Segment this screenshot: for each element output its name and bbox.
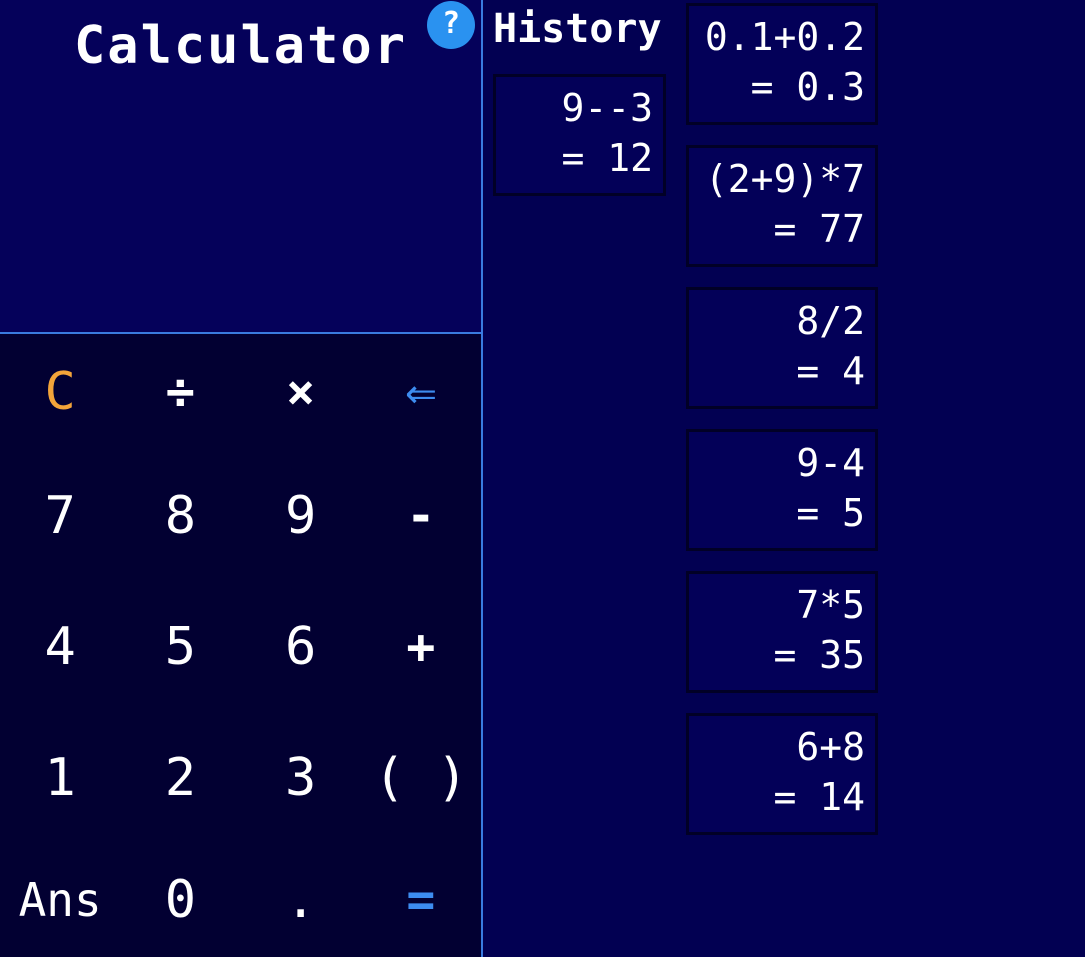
- digit-6-button[interactable]: 6: [241, 581, 361, 712]
- decimal-button[interactable]: .: [241, 843, 361, 957]
- history-entry[interactable]: 7*5 = 35: [686, 571, 878, 693]
- digit-4-button[interactable]: 4: [0, 581, 120, 712]
- digit-3-button[interactable]: 3: [241, 712, 361, 843]
- history-entry[interactable]: 9--3 = 12: [493, 74, 666, 196]
- history-expression: (2+9)*7: [704, 157, 865, 201]
- history-entry[interactable]: 9-4 = 5: [686, 429, 878, 551]
- digit-1-button[interactable]: 1: [0, 712, 120, 843]
- calculator-title: Calculator: [73, 16, 408, 76]
- help-button[interactable]: ?: [427, 1, 475, 49]
- digit-5-button[interactable]: 5: [120, 581, 240, 712]
- history-expression: 8/2: [796, 299, 865, 343]
- digit-9-button[interactable]: 9: [241, 450, 361, 581]
- calculator-app: Calculator ? C ÷ × ⇐ 7 8 9-4 5 6 +1 2 3( ) Ans 0. = Hi…: [0, 0, 1085, 957]
- clear-button[interactable]: C: [0, 334, 120, 450]
- history-result: = 0.3: [750, 65, 865, 109]
- history-entry[interactable]: (2+9)*7 = 77: [686, 145, 878, 267]
- history-title: History: [493, 6, 662, 52]
- digit-7-button[interactable]: 7: [0, 450, 120, 581]
- digit-8-button[interactable]: 8: [120, 450, 240, 581]
- multiply-button[interactable]: ×: [241, 334, 361, 450]
- history-result: = 4: [796, 349, 865, 393]
- history-expression: 9--3: [561, 86, 653, 130]
- digit-0-button[interactable]: 0: [120, 843, 240, 957]
- history-result: = 14: [773, 775, 865, 819]
- backspace-button[interactable]: ⇐: [361, 334, 481, 450]
- history-expression: 0.1+0.2: [704, 15, 865, 59]
- history-expression: 9-4: [796, 441, 865, 485]
- history-entry[interactable]: 0.1+0.2 = 0.3: [686, 3, 878, 125]
- history-result: = 12: [561, 136, 653, 180]
- history-expression: 7*5: [796, 583, 865, 627]
- divide-button[interactable]: ÷: [120, 334, 240, 450]
- history-expression: 6+8: [796, 725, 865, 769]
- equals-button[interactable]: =: [361, 843, 481, 957]
- add-button[interactable]: +: [361, 581, 481, 712]
- calculator-panel: Calculator ? C ÷ × ⇐ 7 8 9- 4 5 6 +1 2 3( ) Ans 0. =: [0, 0, 483, 957]
- history-result: = 77: [773, 207, 865, 251]
- history-result: = 5: [796, 491, 865, 535]
- digit-2-button[interactable]: 2: [120, 712, 240, 843]
- calculator-display: Calculator ?: [0, 0, 481, 334]
- ans-button[interactable]: Ans: [0, 843, 120, 957]
- history-entry[interactable]: 6+8 = 14: [686, 713, 878, 835]
- subtract-button[interactable]: -: [361, 450, 481, 581]
- keypad: C ÷ × ⇐ 7 8 9- 4 5 6 +1 2 3( ) Ans 0. =: [0, 334, 481, 957]
- parentheses-button[interactable]: ( ): [361, 712, 481, 843]
- history-entry[interactable]: 8/2 = 4: [686, 287, 878, 409]
- history-result: = 35: [773, 633, 865, 677]
